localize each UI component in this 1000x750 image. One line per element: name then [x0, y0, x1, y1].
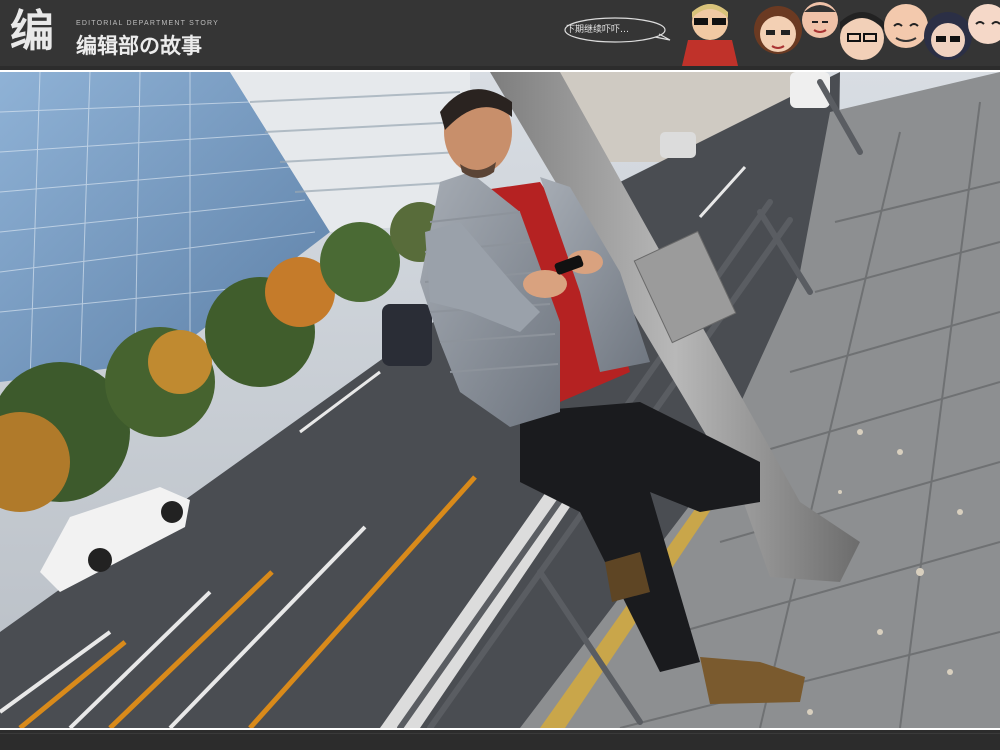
face-partial-icon	[968, 4, 1000, 44]
logo-english-text: EDITORIAL DEPARTMENT STORY	[76, 20, 219, 27]
speech-bubble-text: 下期继续吓吓…	[566, 25, 630, 35]
cartoon-faces-icon	[682, 2, 1000, 66]
street-photo	[0, 72, 1000, 728]
logo-icon: 编	[10, 6, 54, 57]
face-sunglasses-icon	[682, 4, 738, 66]
logo-chinese-title: 编辑部の故事	[76, 34, 202, 58]
face-bald-icon	[884, 4, 928, 48]
footer-bar	[0, 730, 1000, 750]
dark-car	[382, 304, 432, 366]
face-man-icon	[802, 2, 838, 38]
face-dark-hair-icon	[924, 12, 972, 60]
header-bar: 编 EDITORIAL DEPARTMENT STORY 编辑部の故事 下期继续…	[0, 0, 1000, 66]
face-glasses-icon	[840, 12, 884, 60]
face-woman-icon	[754, 6, 802, 54]
